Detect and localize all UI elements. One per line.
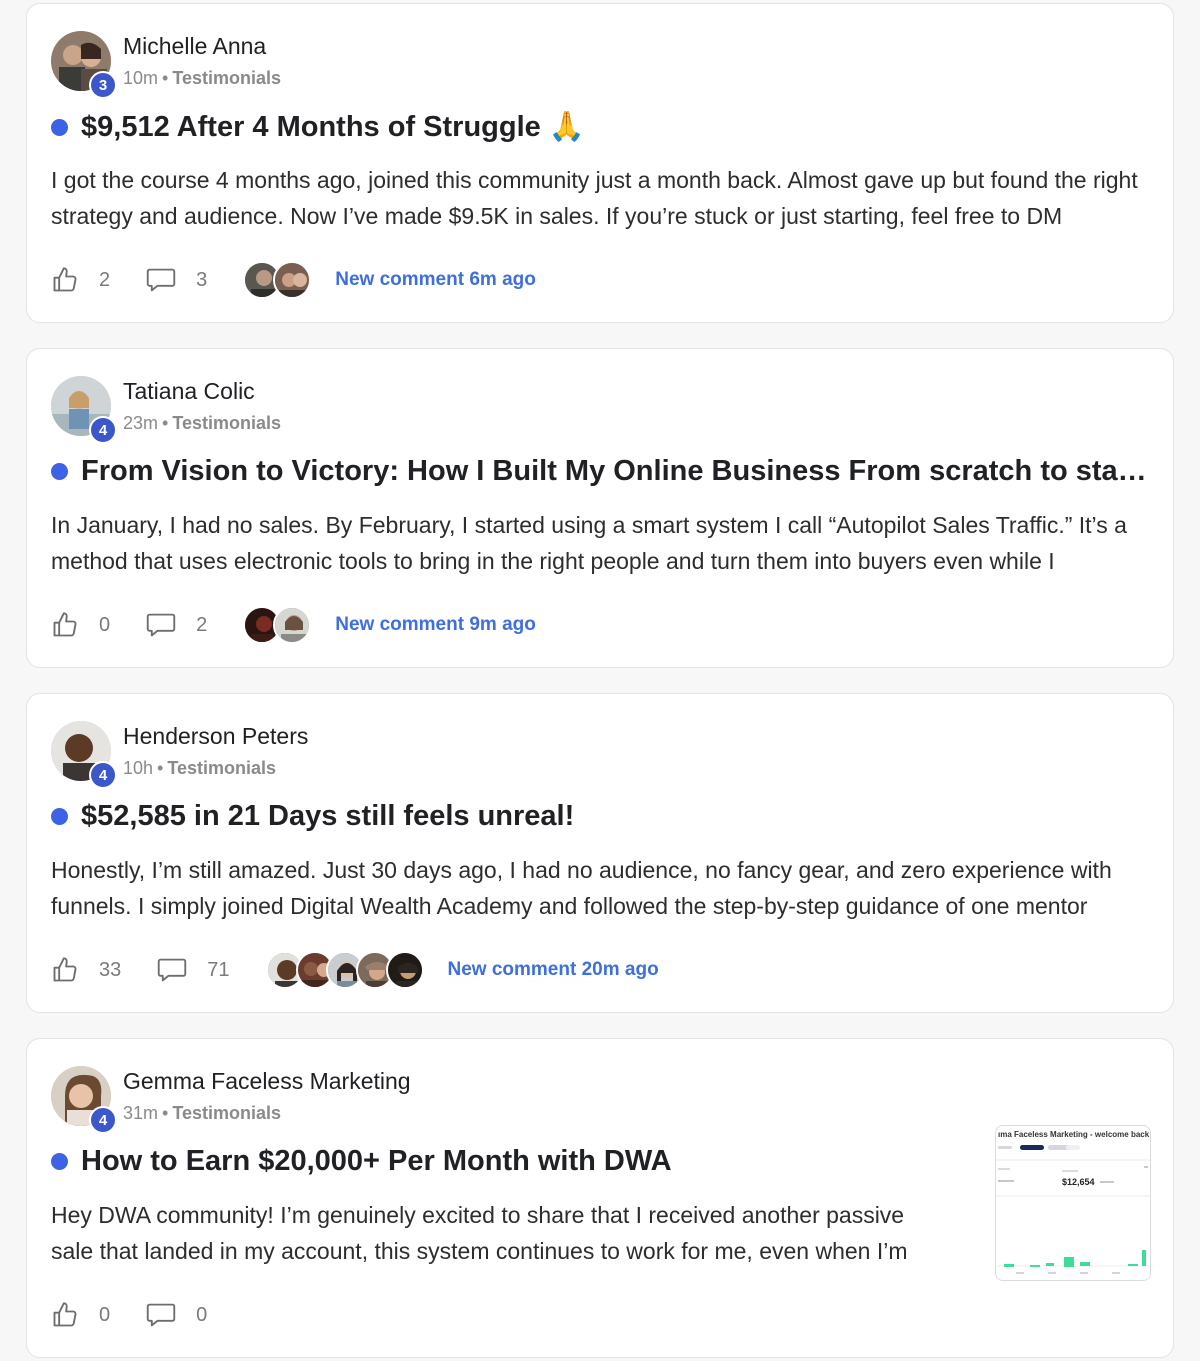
- separator-dot: •: [157, 758, 164, 778]
- post-card[interactable]: 4 Tatiana Colic 23m • Testimonials From Vi…: [26, 348, 1174, 668]
- separator-dot: •: [162, 413, 169, 433]
- title-row[interactable]: $9,512 After 4 Months of Struggle 🙏: [51, 110, 585, 144]
- post-body[interactable]: Hey DWA community! I’m genuinely excited…: [51, 1197, 951, 1269]
- comment-button[interactable]: 2: [146, 612, 207, 638]
- post-title[interactable]: From Vision to Victory: How I Built My O…: [81, 455, 1151, 488]
- commenter-avatar[interactable]: [385, 951, 424, 989]
- post-card[interactable]: 3 Michelle Anna 10m • Testimonials $9,512 …: [26, 3, 1174, 323]
- post-feed: 3 Michelle Anna 10m • Testimonials $9,512 …: [0, 0, 1200, 1361]
- level-badge: 4: [89, 416, 117, 444]
- comment-count: 0: [196, 1303, 208, 1326]
- speech-bubble-icon: [146, 268, 176, 292]
- post-time: 10h: [123, 758, 154, 778]
- post-card[interactable]: 4 Henderson Peters 10h • Testimonials $52,…: [26, 693, 1174, 1013]
- post-title[interactable]: $52,585 in 21 Days still feels unreal!: [81, 800, 574, 833]
- post-body[interactable]: I got the course 4 months ago, joined th…: [51, 162, 1151, 234]
- like-count: 0: [99, 613, 111, 636]
- like-count: 0: [99, 1303, 111, 1326]
- title-row[interactable]: From Vision to Victory: How I Built My O…: [51, 455, 1151, 488]
- post-category[interactable]: Testimonials: [172, 413, 281, 433]
- new-comment-link[interactable]: New comment 6m ago: [335, 269, 536, 291]
- comment-count: 2: [196, 613, 208, 636]
- author-name[interactable]: Tatiana Colic: [123, 378, 255, 405]
- thumbs-up-icon: [53, 612, 77, 637]
- post-author: 3 Michelle Anna 10m • Testimonials: [51, 31, 751, 99]
- commenter-avatar[interactable]: [273, 606, 312, 644]
- separator-dot: •: [162, 1103, 169, 1123]
- post-author: 4 Gemma Faceless Marketing 31m • Testimoni…: [51, 1066, 751, 1134]
- unread-dot-icon: [51, 1153, 68, 1170]
- speech-bubble-icon: [158, 958, 187, 982]
- commenter-avatars[interactable]: [243, 261, 312, 299]
- comment-button[interactable]: 71: [157, 957, 230, 983]
- unread-dot-icon: [51, 808, 68, 825]
- thumbnail-amount: $12,654: [1062, 1177, 1095, 1187]
- level-badge: 4: [89, 761, 117, 789]
- like-button[interactable]: 0: [51, 1301, 110, 1329]
- post-title[interactable]: How to Earn $20,000+ Per Month with DWA: [81, 1145, 672, 1178]
- unread-dot-icon: [51, 463, 68, 480]
- thumbs-up-icon: [53, 1302, 77, 1327]
- title-row[interactable]: How to Earn $20,000+ Per Month with DWA: [51, 1145, 672, 1178]
- post-actions: 0 2 New comment 9m ago: [51, 606, 536, 644]
- post-time: 31m: [123, 1103, 159, 1123]
- post-meta: 23m • Testimonials: [123, 413, 281, 434]
- post-card[interactable]: 4 Gemma Faceless Marketing 31m • Testimoni…: [26, 1038, 1174, 1358]
- like-count: 33: [99, 958, 122, 981]
- thumbs-up-icon: [53, 267, 77, 292]
- unread-dot-icon: [51, 118, 68, 136]
- thumbs-up-icon: [53, 957, 77, 982]
- comment-button[interactable]: 3: [146, 267, 207, 293]
- post-author: 4 Tatiana Colic 23m • Testimonials: [51, 376, 751, 444]
- speech-bubble-icon: [146, 1303, 176, 1327]
- post-body[interactable]: In January, I had no sales. By February,…: [51, 507, 1151, 579]
- post-title[interactable]: $9,512 After 4 Months of Struggle 🙏: [81, 110, 585, 144]
- commenter-avatar[interactable]: [273, 261, 312, 299]
- new-comment-link[interactable]: New comment 20m ago: [448, 959, 659, 981]
- author-name[interactable]: Michelle Anna: [123, 33, 266, 60]
- post-time: 10m: [123, 68, 159, 88]
- comment-count: 71: [207, 958, 230, 981]
- like-count: 2: [99, 268, 111, 291]
- dashboard-screenshot-image: [996, 1145, 1150, 1274]
- like-button[interactable]: 33: [51, 956, 121, 984]
- post-category[interactable]: Testimonials: [172, 68, 281, 88]
- post-category[interactable]: Testimonials: [172, 1103, 281, 1123]
- post-meta: 10m • Testimonials: [123, 68, 281, 89]
- commenter-avatars[interactable]: [265, 951, 424, 989]
- post-actions: 2 3 New comment 6m ago: [51, 261, 536, 299]
- comment-count: 3: [196, 268, 208, 291]
- level-badge: 3: [89, 71, 117, 99]
- thumbnail-heading: ıma Faceless Marketing - welcome back: [998, 1130, 1150, 1139]
- post-category[interactable]: Testimonials: [167, 758, 276, 778]
- author-name[interactable]: Henderson Peters: [123, 723, 308, 750]
- level-badge: 4: [89, 1106, 117, 1134]
- separator-dot: •: [162, 68, 169, 88]
- like-button[interactable]: 2: [51, 266, 110, 294]
- post-meta: 10h • Testimonials: [123, 758, 276, 779]
- commenter-avatars[interactable]: [243, 606, 312, 644]
- post-time: 23m: [123, 413, 159, 433]
- title-row[interactable]: $52,585 in 21 Days still feels unreal!: [51, 800, 574, 833]
- post-actions: 0 0: [51, 1296, 243, 1334]
- post-thumbnail[interactable]: ıma Faceless Marketing - welcome back $1…: [995, 1125, 1151, 1281]
- post-meta: 31m • Testimonials: [123, 1103, 281, 1124]
- speech-bubble-icon: [146, 613, 176, 637]
- post-body[interactable]: Honestly, I’m still amazed. Just 30 days…: [51, 852, 1151, 924]
- comment-button[interactable]: 0: [146, 1302, 207, 1328]
- post-author: 4 Henderson Peters 10h • Testimonials: [51, 721, 751, 789]
- new-comment-link[interactable]: New comment 9m ago: [335, 614, 536, 636]
- like-button[interactable]: 0: [51, 611, 110, 639]
- post-actions: 33 71 New comment 20m ago: [51, 951, 659, 989]
- author-name[interactable]: Gemma Faceless Marketing: [123, 1068, 411, 1095]
